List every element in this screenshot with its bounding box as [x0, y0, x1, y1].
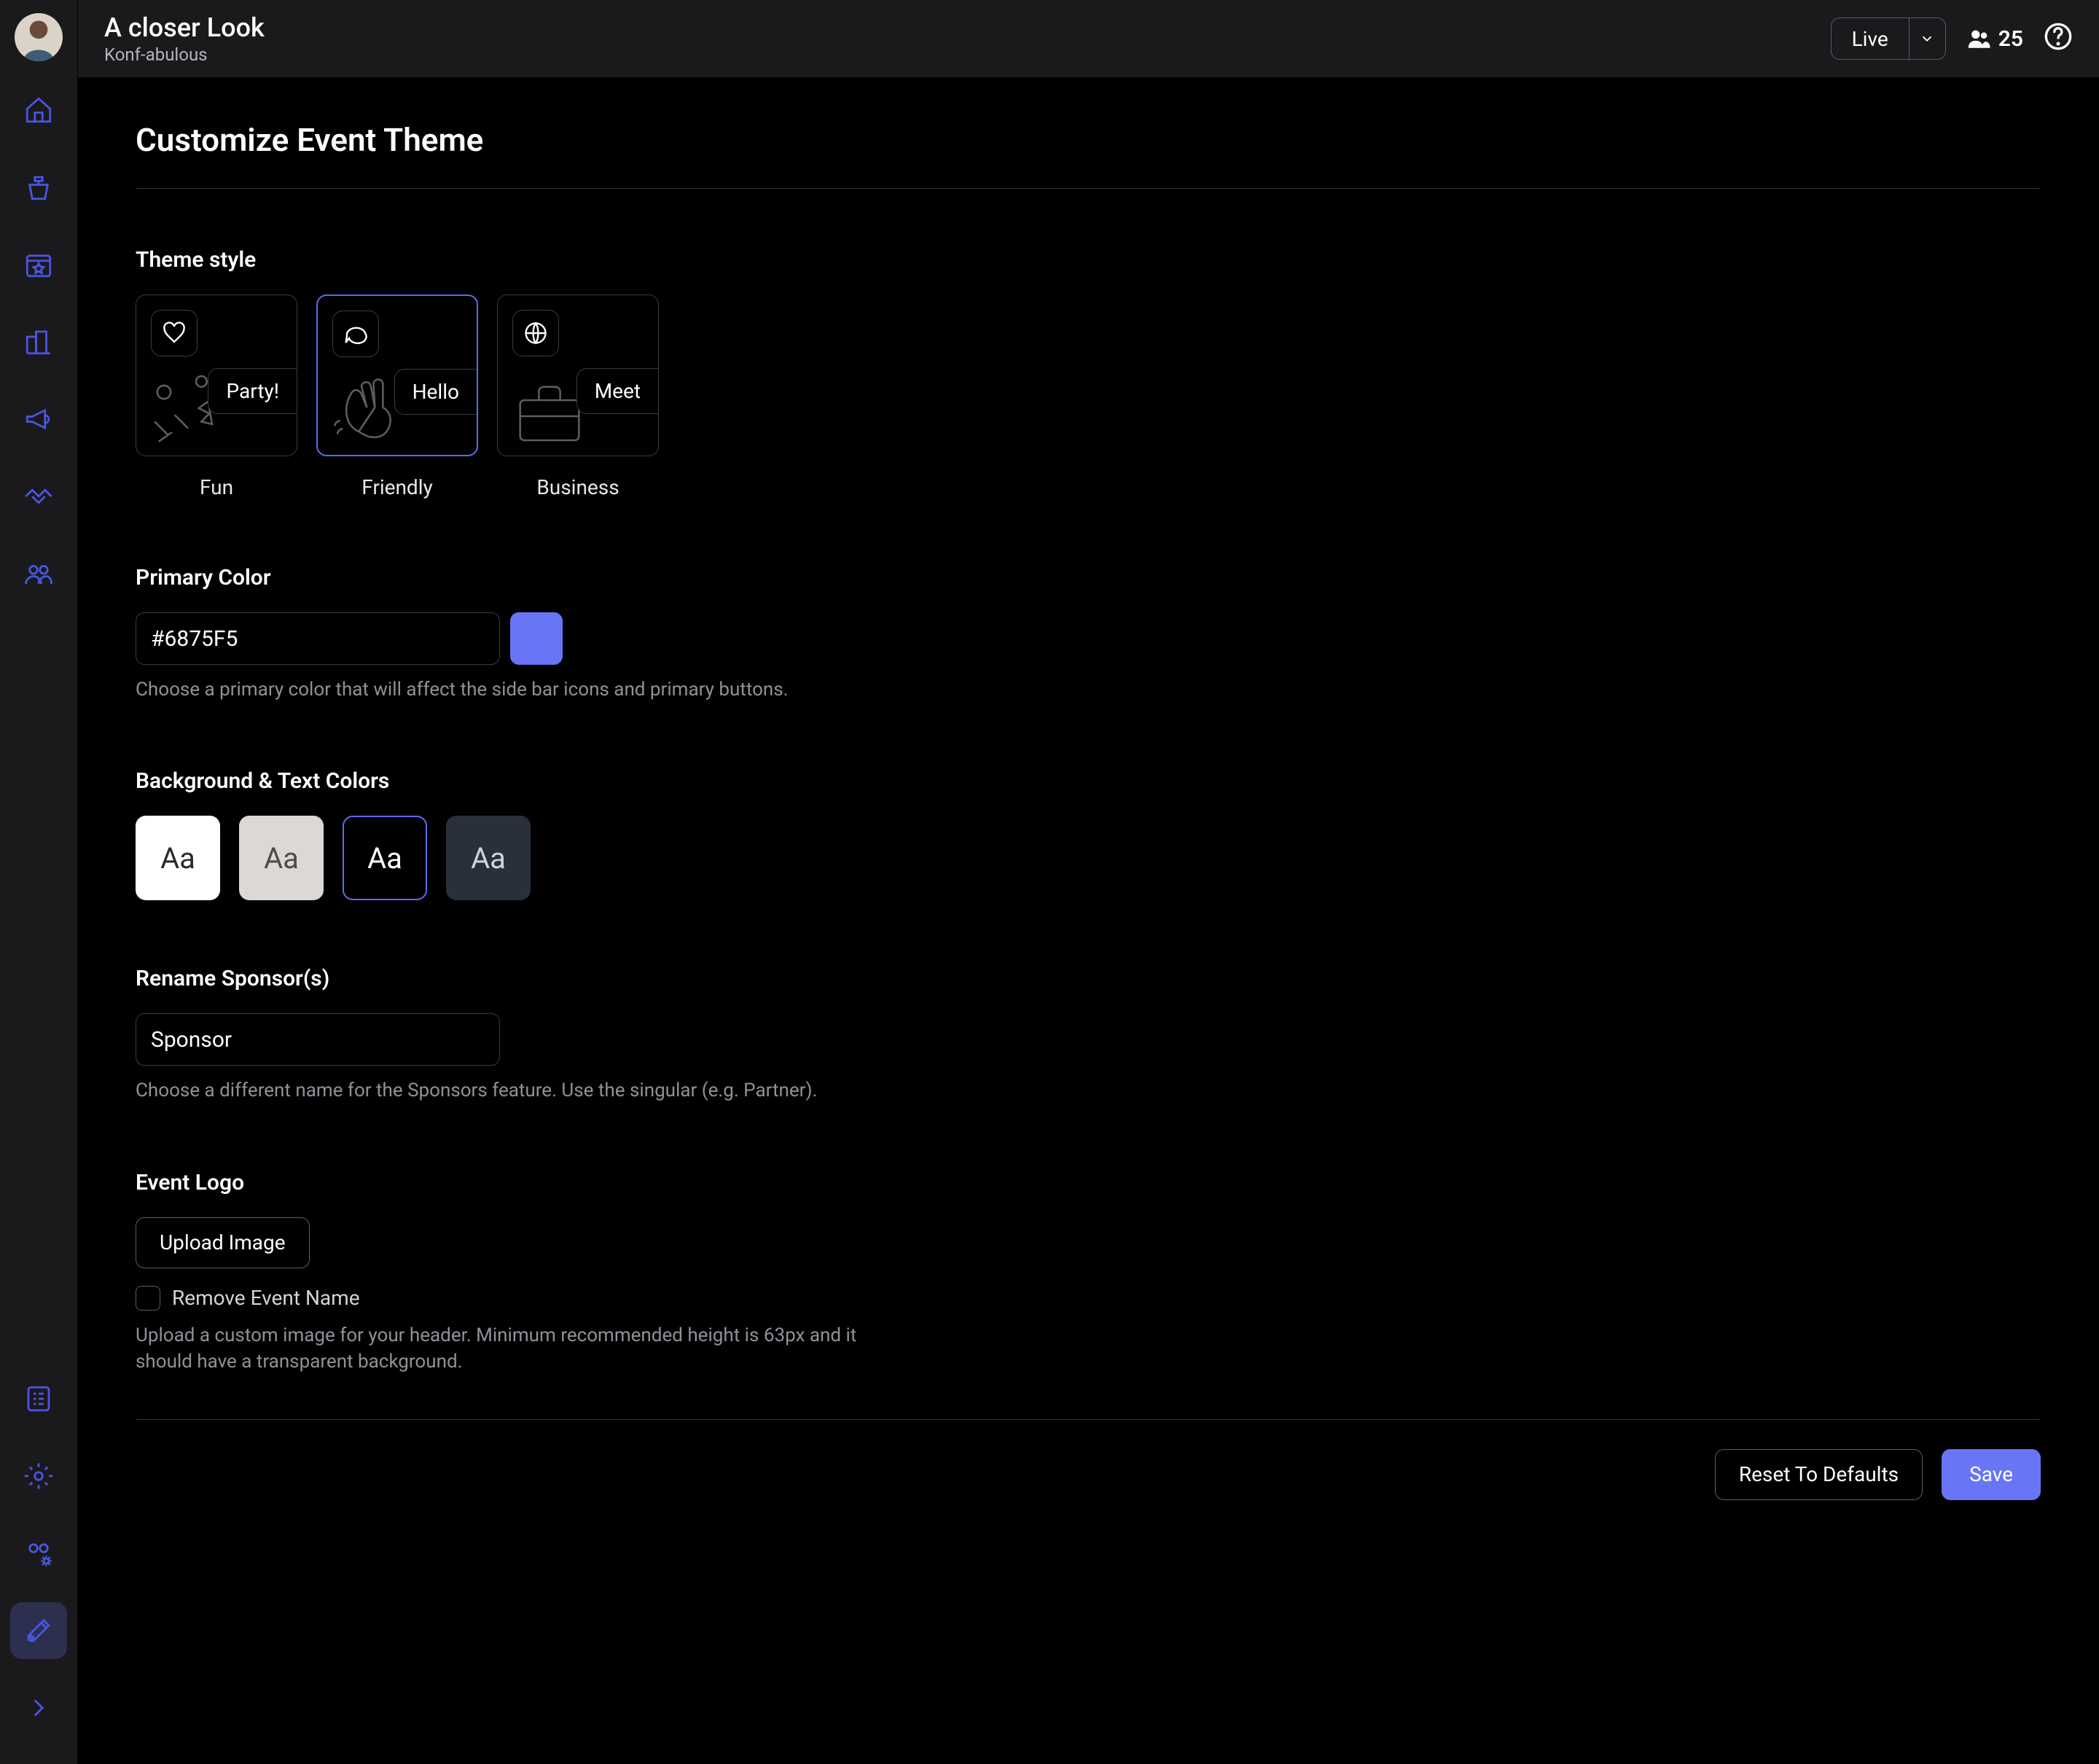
nav-buildings[interactable] — [10, 313, 67, 370]
theme-option-friendly: Hello Friendly — [316, 294, 478, 499]
section-theme-style: Theme style Party! Fun Hello — [136, 247, 952, 499]
heart-icon — [161, 320, 187, 346]
theme-label: Friendly — [361, 475, 433, 499]
nav-handshake[interactable] — [10, 468, 67, 525]
buildings-icon — [23, 327, 54, 357]
help-icon — [2044, 22, 2073, 51]
theme-style-label: Theme style — [136, 247, 952, 273]
theme-card-business[interactable]: Meet — [497, 294, 659, 456]
sponsor-hint: Choose a different name for the Sponsors… — [136, 1077, 952, 1104]
page-heading: Customize Event Theme — [136, 121, 2041, 159]
section-bg-text: Background & Text Colors Aa Aa Aa Aa — [136, 768, 952, 900]
attendee-count[interactable]: 25 — [1966, 26, 2023, 52]
event-title: A closer Look — [104, 12, 1831, 43]
remove-event-name-checkbox[interactable] — [136, 1286, 160, 1311]
topbar: A closer Look Konf-abulous Live 25 — [77, 0, 2099, 77]
remove-event-name-label: Remove Event Name — [172, 1286, 360, 1310]
theme-tag: Hello — [394, 369, 477, 415]
save-button[interactable]: Save — [1942, 1449, 2041, 1500]
handshake-icon — [23, 481, 54, 512]
theme-tag: Meet — [576, 368, 658, 414]
theme-icon — [23, 1615, 54, 1646]
bg-option-light[interactable]: Aa — [136, 816, 220, 900]
form-icon — [23, 1384, 54, 1414]
chevron-down-icon — [1919, 31, 1935, 47]
gear-icon — [23, 1461, 54, 1491]
people-gear-icon — [23, 1538, 54, 1569]
live-dropdown[interactable] — [1909, 18, 1945, 59]
theme-option-fun: Party! Fun — [136, 294, 297, 499]
home-icon — [23, 95, 54, 125]
nav-team-settings[interactable] — [10, 1525, 67, 1582]
content: Customize Event Theme Theme style Party!… — [77, 77, 2099, 1764]
sidebar-nav-top — [10, 82, 67, 1370]
title-block: A closer Look Konf-abulous — [104, 12, 1831, 65]
event-subtitle: Konf-abulous — [104, 44, 1831, 65]
sidebar — [0, 0, 77, 1764]
theme-card-fun[interactable]: Party! — [136, 294, 297, 456]
upload-image-button[interactable]: Upload Image — [136, 1217, 310, 1268]
bg-text-label: Background & Text Colors — [136, 768, 952, 794]
theme-label: Business — [536, 475, 619, 499]
section-primary-color: Primary Color Choose a primary color tha… — [136, 565, 952, 703]
avatar[interactable] — [15, 13, 63, 61]
nav-calendar[interactable] — [10, 236, 67, 293]
bg-option-warm[interactable]: Aa — [239, 816, 324, 900]
primary-color-input[interactable] — [136, 612, 500, 665]
logo-label: Event Logo — [136, 1170, 952, 1195]
bg-option-dark[interactable]: Aa — [343, 816, 427, 900]
logo-hint: Upload a custom image for your header. M… — [136, 1322, 901, 1375]
chat-icon — [343, 321, 369, 347]
divider — [136, 188, 2041, 189]
theme-tag: Party! — [208, 368, 297, 414]
sponsor-label: Rename Sponsor(s) — [136, 966, 952, 991]
theme-option-business: Meet Business — [497, 294, 659, 499]
primary-color-label: Primary Color — [136, 565, 952, 590]
nav-megaphone[interactable] — [10, 391, 67, 448]
nav-home[interactable] — [10, 82, 67, 138]
primary-color-hint: Choose a primary color that will affect … — [136, 676, 952, 703]
section-logo: Event Logo Upload Image Remove Event Nam… — [136, 1170, 952, 1375]
chevron-right-icon — [23, 1693, 54, 1723]
attendees-icon — [1966, 26, 1991, 51]
divider — [136, 1419, 2041, 1420]
megaphone-icon — [23, 404, 54, 434]
main: A closer Look Konf-abulous Live 25 Custo… — [77, 0, 2099, 1764]
nav-podium[interactable] — [10, 159, 67, 216]
podium-icon — [23, 172, 54, 203]
live-label: Live — [1832, 18, 1909, 59]
nav-form[interactable] — [10, 1370, 67, 1427]
calendar-star-icon — [23, 249, 54, 280]
footer-actions: Reset To Defaults Save — [136, 1449, 2041, 1500]
nav-settings[interactable] — [10, 1448, 67, 1505]
globe-icon — [523, 320, 549, 346]
sponsor-input[interactable] — [136, 1013, 500, 1066]
live-status-button[interactable]: Live — [1831, 17, 1946, 60]
section-sponsor: Rename Sponsor(s) Choose a different nam… — [136, 966, 952, 1104]
top-actions: Live 25 — [1831, 17, 2073, 60]
nav-theme[interactable] — [10, 1602, 67, 1659]
theme-card-friendly[interactable]: Hello — [316, 294, 478, 456]
theme-style-options: Party! Fun Hello Friendly — [136, 294, 952, 499]
nav-expand[interactable] — [10, 1679, 67, 1736]
bg-option-navy[interactable]: Aa — [446, 816, 531, 900]
help-button[interactable] — [2044, 22, 2073, 56]
people-icon — [23, 558, 54, 589]
primary-color-swatch[interactable] — [510, 612, 563, 665]
reset-button[interactable]: Reset To Defaults — [1715, 1449, 1923, 1500]
sidebar-nav-bottom — [10, 1370, 67, 1751]
theme-label: Fun — [200, 475, 233, 499]
attendee-count-value: 25 — [1998, 26, 2023, 52]
nav-people[interactable] — [10, 545, 67, 602]
